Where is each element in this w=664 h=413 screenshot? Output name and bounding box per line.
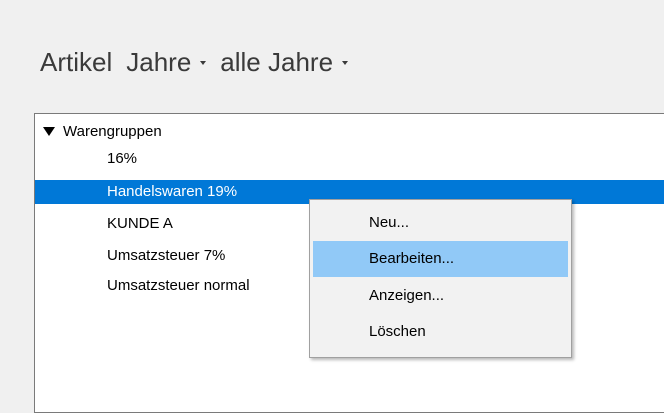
menu-item-label: Löschen: [369, 323, 426, 340]
filter-value-label: alle Jahre: [220, 46, 334, 77]
header-bar: Artikel Jahre alle Jahre: [40, 42, 362, 82]
chevron-down-icon: [200, 61, 207, 65]
triangle-down-icon[interactable]: [43, 127, 55, 136]
menu-item-view[interactable]: Anzeigen...: [313, 278, 568, 314]
tree-item-label: 16%: [107, 150, 138, 167]
filter-type-dropdown[interactable]: Jahre: [126, 46, 207, 78]
menu-item-delete[interactable]: Löschen: [313, 314, 568, 350]
menu-item-label: Neu...: [369, 214, 410, 231]
page-title: Artikel: [40, 46, 113, 77]
context-menu: Neu... Bearbeiten... Anzeigen... Löschen: [309, 199, 572, 358]
menu-item-label: Anzeigen...: [369, 287, 445, 304]
filter-value-dropdown[interactable]: alle Jahre: [220, 46, 349, 78]
menu-item-new[interactable]: Neu...: [313, 205, 568, 241]
tree-item-label: Umsatzsteuer normal: [107, 277, 250, 294]
tree-item-label: KUNDE A: [107, 215, 173, 232]
menu-item-edit[interactable]: Bearbeiten...: [313, 241, 568, 277]
tree-item-label: Umsatzsteuer 7%: [107, 247, 226, 264]
menu-item-label: Bearbeiten...: [369, 250, 455, 267]
tree-root-node[interactable]: Warengruppen: [43, 123, 162, 140]
tree-item-label: Handelswaren 19%: [107, 183, 238, 200]
filter-type-label: Jahre: [126, 46, 192, 77]
tree-root-label: Warengruppen: [63, 123, 162, 140]
chevron-down-icon: [342, 61, 349, 65]
tree-item[interactable]: 16%: [35, 147, 664, 171]
